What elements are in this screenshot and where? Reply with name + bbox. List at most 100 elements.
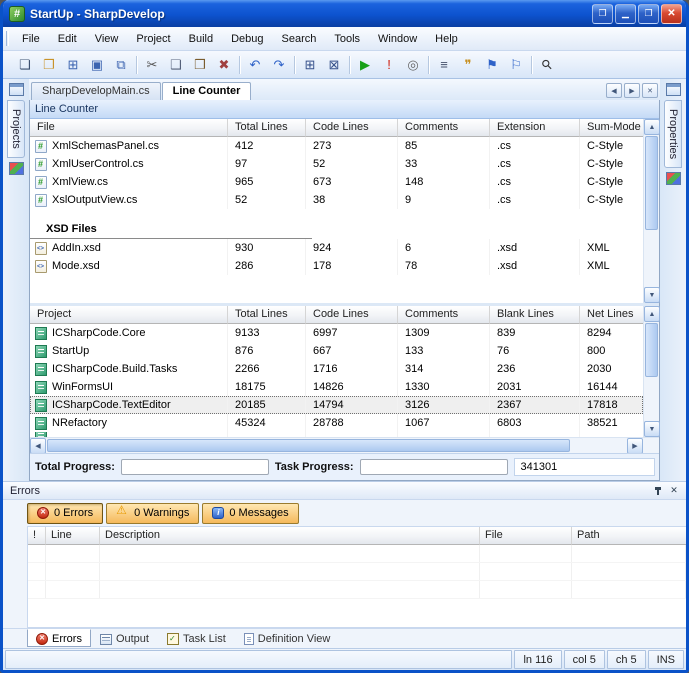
scroll-up-icon[interactable]: ▲ [644, 306, 660, 322]
tab-back-icon[interactable]: ◀ [606, 83, 622, 98]
tab-definition-view[interactable]: Definition View [235, 629, 340, 647]
column-header-comments[interactable]: Comments [398, 306, 490, 324]
rebuild-button[interactable]: ⊠ [322, 54, 346, 76]
properties-pad-icon[interactable] [666, 83, 681, 96]
sidebar-tab-properties[interactable]: Properties [664, 100, 682, 168]
tab-forward-icon[interactable]: ▶ [624, 83, 640, 98]
tab-sharpdevelopmain-cs[interactable]: SharpDevelopMain.cs [31, 82, 161, 100]
menubar-grip[interactable] [6, 31, 9, 46]
project-row[interactable]: StartUp87666713376800 [30, 342, 643, 360]
title-bar[interactable]: # StartUp - SharpDevelop ❒▁❐✕ [3, 0, 686, 27]
column-header-path[interactable]: Path [572, 527, 686, 545]
errors-filter-button[interactable]: 0 Errors [27, 503, 103, 524]
column-header-code-lines[interactable]: Code Lines [306, 119, 398, 137]
menu-item-window[interactable]: Window [369, 27, 426, 50]
save-file-button[interactable]: ▣ [85, 54, 109, 76]
column-header-blank-lines[interactable]: Blank Lines [490, 306, 580, 324]
file-row[interactable]: XmlSchemasPanel.cs41227385.csC-Style [30, 137, 643, 155]
project-row[interactable]: ICSharpCode.Core9133699713098398294 [30, 324, 643, 342]
save-all-button[interactable]: ⧉ [109, 54, 133, 76]
new-window-button[interactable]: ⊞ [61, 54, 85, 76]
project-row[interactable]: ICSharpCode.Build.Tasks22661716314236203… [30, 360, 643, 378]
file-row[interactable]: XslOutputView.cs52389.csC-Style [30, 191, 643, 209]
scroll-right-icon[interactable]: ▶ [627, 438, 643, 454]
tab-errors[interactable]: Errors [27, 629, 91, 647]
column-header-code-lines[interactable]: Code Lines [306, 306, 398, 324]
warnings-filter-button[interactable]: 0 Warnings [106, 503, 199, 524]
new-file-button[interactable]: ❏ [13, 54, 37, 76]
projects-pad-icon[interactable] [9, 83, 24, 96]
column-header-file[interactable]: File [30, 119, 228, 137]
column-header-description[interactable]: Description [100, 527, 480, 545]
scroll-down-icon[interactable]: ▼ [644, 287, 660, 303]
menu-item-help[interactable]: Help [426, 27, 467, 50]
column-header-[interactable]: ! [28, 527, 46, 545]
scroll-left-icon[interactable]: ◀ [30, 438, 46, 454]
scrollbar-track[interactable] [46, 438, 627, 453]
scroll-up-icon[interactable]: ▲ [644, 119, 660, 135]
messages-filter-button[interactable]: 0 Messages [202, 503, 298, 524]
tab-output[interactable]: Output [91, 629, 158, 647]
menu-item-file[interactable]: File [13, 27, 49, 50]
delete-button[interactable]: ✖ [212, 54, 236, 76]
column-header-total-lines[interactable]: Total Lines [228, 119, 306, 137]
file-row[interactable]: XmlView.cs965673148.csC-Style [30, 173, 643, 191]
cut-button[interactable]: ✂ [140, 54, 164, 76]
run-button[interactable]: ▶ [353, 54, 377, 76]
column-header-file[interactable]: File [480, 527, 572, 545]
build-button[interactable]: ⊞ [298, 54, 322, 76]
scrollbar-track[interactable] [644, 135, 659, 287]
autohide-pin-button[interactable] [650, 484, 666, 498]
window-menu-button[interactable]: ❒ [592, 4, 613, 24]
xsd-file-row[interactable]: Mode.xsd28617878.xsdXML [30, 257, 643, 275]
undo-button[interactable]: ↶ [243, 54, 267, 76]
menu-item-tools[interactable]: Tools [325, 27, 369, 50]
column-header-project[interactable]: Project [30, 306, 228, 324]
menu-item-edit[interactable]: Edit [49, 27, 86, 50]
scroll-down-icon[interactable]: ▼ [644, 421, 660, 437]
menu-item-build[interactable]: Build [180, 27, 222, 50]
column-header-total-lines[interactable]: Total Lines [228, 306, 306, 324]
menu-item-view[interactable]: View [86, 27, 128, 50]
classes-pad-icon[interactable] [9, 162, 24, 175]
tab-task-list[interactable]: Task List [158, 629, 235, 647]
comment-button[interactable]: ❞ [456, 54, 480, 76]
search-button[interactable]: ⚲ [535, 54, 559, 76]
scrollbar-thumb[interactable] [645, 136, 658, 230]
file-table-scrollbar[interactable]: ▲ ▼ [643, 119, 659, 303]
menu-item-project[interactable]: Project [127, 27, 179, 50]
paste-button[interactable]: ❒ [188, 54, 212, 76]
breakpoint-button[interactable]: ◎ [401, 54, 425, 76]
redo-button[interactable]: ↷ [267, 54, 291, 76]
project-row[interactable]: ICSharpCode.TextEditor201851479431262367… [30, 396, 643, 414]
menu-item-search[interactable]: Search [273, 27, 326, 50]
column-header-net-lines[interactable]: Net Lines [580, 306, 643, 324]
errors-panel-close-button[interactable]: ✕ [666, 484, 682, 498]
project-row[interactable]: WinFormsUI18175148261330203116144 [30, 378, 643, 396]
tab-close-icon[interactable]: ✕ [642, 83, 658, 98]
column-header-sum-mode[interactable]: Sum-Mode [580, 119, 643, 137]
minimize-button[interactable]: ▁ [615, 4, 636, 24]
open-file-button[interactable]: ❐ [37, 54, 61, 76]
xsd-file-row[interactable]: AddIn.xsd9309246.xsdXML [30, 239, 643, 257]
scrollbar-track[interactable] [644, 322, 659, 421]
project-row[interactable]: NRefactory45324287881067680338521 [30, 414, 643, 432]
copy-button[interactable]: ❑ [164, 54, 188, 76]
scrollbar-thumb[interactable] [47, 439, 570, 452]
sidebar-tab-projects[interactable]: Projects [7, 100, 25, 158]
exclamation-button[interactable]: ! [377, 54, 401, 76]
close-button[interactable]: ✕ [661, 4, 682, 24]
scrollbar-thumb[interactable] [645, 323, 658, 377]
menu-item-debug[interactable]: Debug [222, 27, 272, 50]
next-bookmark-button[interactable]: ⚐ [504, 54, 528, 76]
column-header-comments[interactable]: Comments [398, 119, 490, 137]
help-pad-icon[interactable] [666, 172, 681, 185]
project-table-scrollbar[interactable]: ▲ ▼ [643, 306, 659, 437]
column-header-extension[interactable]: Extension [490, 119, 580, 137]
maximize-button[interactable]: ❐ [638, 4, 659, 24]
tab-line-counter[interactable]: Line Counter [162, 82, 252, 100]
toggle-bookmark-button[interactable]: ⚑ [480, 54, 504, 76]
horizontal-scrollbar[interactable]: ◀ ▶ [30, 437, 659, 453]
list-button[interactable]: ≡ [432, 54, 456, 76]
column-header-line[interactable]: Line [46, 527, 100, 545]
